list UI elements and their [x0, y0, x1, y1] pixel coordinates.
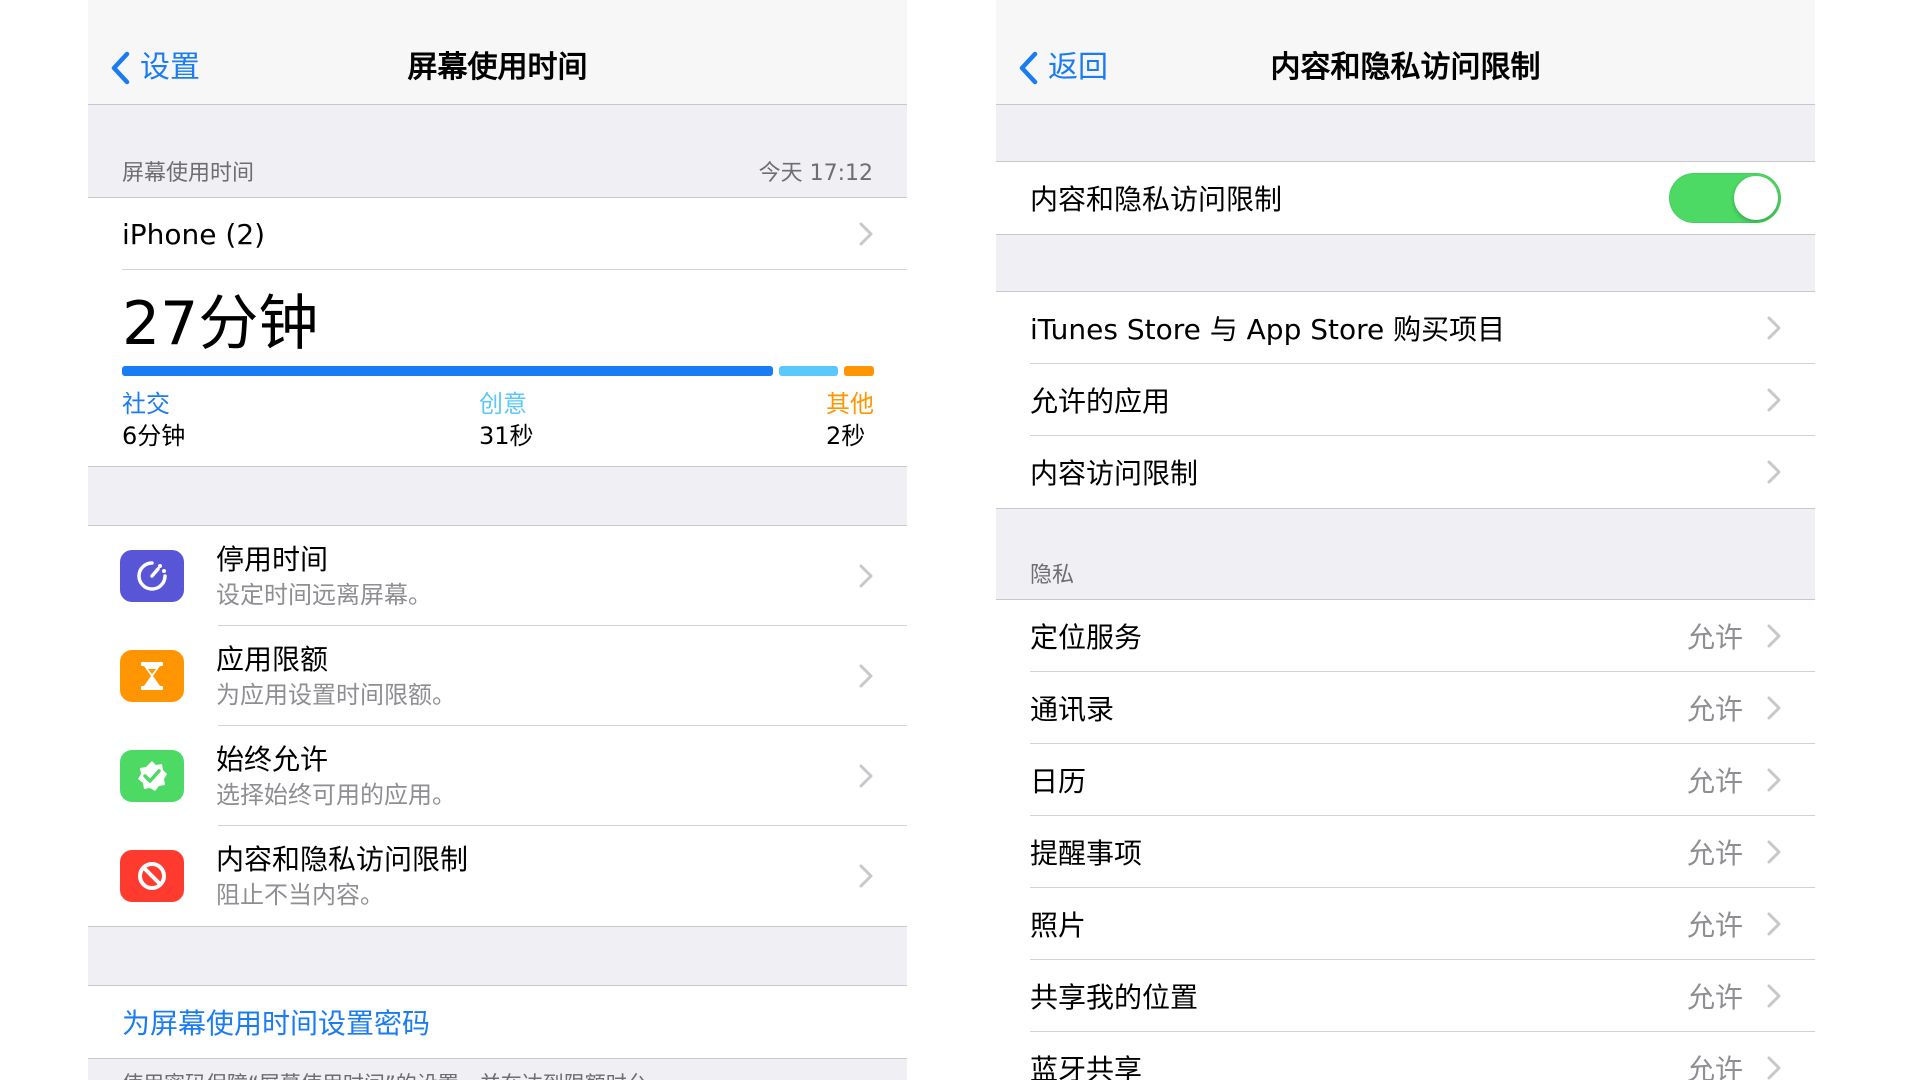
share-my-location-row[interactable]: 共享我的位置 允许 — [996, 960, 1815, 1032]
row-label: 通讯录 — [1030, 693, 1115, 726]
row-value: 允许 — [1686, 621, 1743, 654]
row-label: 提醒事项 — [1030, 837, 1143, 870]
row-value: 允许 — [1686, 981, 1743, 1014]
chevron-right-icon — [859, 222, 873, 246]
chevron-right-icon — [1767, 912, 1781, 936]
feature-title: 停用时间 — [216, 543, 329, 576]
usage-total: 27分钟 — [122, 289, 319, 359]
row-label: 允许的应用 — [1030, 385, 1171, 418]
privacy-section-header: 隐私 — [996, 509, 1815, 599]
feature-app-limits[interactable]: 应用限额 为应用设置时间限额。 — [88, 626, 907, 726]
row-value: 允许 — [1686, 1053, 1743, 1080]
feature-title: 始终允许 — [216, 743, 329, 776]
feature-subtitle: 选择始终可用的应用。 — [216, 781, 456, 809]
chevron-right-icon — [859, 764, 873, 788]
section-timestamp: 今天 17:12 — [758, 161, 873, 186]
category-time: 6分钟 — [122, 422, 186, 450]
row-label: 照片 — [1030, 909, 1087, 942]
device-row[interactable]: iPhone (2) — [88, 198, 907, 270]
category-name: 创意 — [479, 390, 527, 418]
usage-summary[interactable]: 27分钟 社交 6分钟 创意 31秒 其他 2秒 — [88, 270, 907, 467]
features-group: 停用时间 设定时间远离屏幕。 应用限额 为应用设置时间限额。 始终允许 选择始终… — [88, 525, 907, 927]
restricted-icon — [120, 850, 184, 902]
chevron-right-icon — [1767, 624, 1781, 648]
nav-bar: 设置 屏幕使用时间 — [88, 0, 907, 105]
page-title: 屏幕使用时间 — [407, 50, 588, 85]
chevron-right-icon — [1767, 316, 1781, 340]
content-restrictions-row[interactable]: 内容访问限制 — [996, 436, 1815, 508]
chevron-right-icon — [1767, 768, 1781, 792]
usage-bar-segment — [779, 366, 838, 376]
category-creativity: 创意 31秒 — [479, 388, 534, 452]
section-label: 隐私 — [1030, 563, 1075, 588]
hourglass-icon — [120, 650, 184, 702]
location-services-row[interactable]: 定位服务 允许 — [996, 600, 1815, 672]
feature-subtitle: 为应用设置时间限额。 — [216, 681, 456, 709]
chevron-right-icon — [1767, 460, 1781, 484]
content-privacy-toggle-row: 内容和隐私访问限制 — [996, 162, 1815, 234]
chevron-right-icon — [1767, 388, 1781, 412]
feature-title: 应用限额 — [216, 643, 329, 676]
content-privacy-screen: 返回 内容和隐私访问限制 内容和隐私访问限制 iTunes Store 与 Ap… — [996, 0, 1815, 1080]
calendars-row[interactable]: 日历 允许 — [996, 744, 1815, 816]
feature-always-allowed[interactable]: 始终允许 选择始终可用的应用。 — [88, 726, 907, 826]
store-purchases-row[interactable]: iTunes Store 与 App Store 购买项目 — [996, 292, 1815, 364]
section-label: 屏幕使用时间 — [122, 161, 255, 186]
bluetooth-sharing-row[interactable]: 蓝牙共享 允许 — [996, 1032, 1815, 1080]
toggle-label: 内容和隐私访问限制 — [1030, 183, 1283, 216]
allowed-apps-row[interactable]: 允许的应用 — [996, 364, 1815, 436]
passcode-group: 为屏幕使用时间设置密码 — [88, 985, 907, 1059]
category-time: 2秒 — [826, 422, 866, 450]
row-label: 蓝牙共享 — [1030, 1053, 1143, 1080]
feature-subtitle: 设定时间远离屏幕。 — [216, 581, 432, 609]
chevron-right-icon — [1767, 984, 1781, 1008]
passcode-footnote: 使用密码保障“屏幕使用时间”的设置，并在达到限额时允 — [88, 1059, 907, 1080]
usage-bar-segment — [844, 366, 874, 376]
nav-bar: 返回 内容和隐私访问限制 — [996, 0, 1815, 105]
toggle-group: 内容和隐私访问限制 — [996, 161, 1815, 235]
reminders-row[interactable]: 提醒事项 允许 — [996, 816, 1815, 888]
category-social: 社交 6分钟 — [122, 388, 185, 452]
privacy-group: 定位服务 允许 通讯录 允许 日历 允许 提醒事项 允许 照片 允许 共享我的位… — [996, 599, 1815, 1080]
set-passcode-link[interactable]: 为屏幕使用时间设置密码 — [88, 986, 907, 1058]
row-value: 允许 — [1686, 693, 1743, 726]
category-name: 社交 — [122, 390, 170, 418]
downtime-icon — [120, 550, 184, 602]
chevron-right-icon — [1767, 1056, 1781, 1080]
row-value: 允许 — [1686, 909, 1743, 942]
usage-bar-segment — [122, 366, 773, 376]
content-privacy-toggle[interactable] — [1669, 173, 1781, 223]
row-label: 共享我的位置 — [1030, 981, 1199, 1014]
page-title: 内容和隐私访问限制 — [1270, 50, 1541, 85]
row-value: 允许 — [1686, 837, 1743, 870]
row-label: 定位服务 — [1030, 621, 1143, 654]
row-value: 允许 — [1686, 765, 1743, 798]
row-label: 内容访问限制 — [1030, 457, 1199, 490]
category-name: 其他 — [826, 390, 874, 418]
feature-downtime[interactable]: 停用时间 设定时间远离屏幕。 — [88, 526, 907, 626]
checkmark-badge-icon — [120, 750, 184, 802]
usage-bar — [122, 366, 874, 376]
feature-subtitle: 阻止不当内容。 — [216, 881, 384, 909]
chevron-right-icon — [1767, 840, 1781, 864]
row-label: iTunes Store 与 App Store 购买项目 — [1030, 313, 1506, 346]
screen-time-screen: 设置 屏幕使用时间 屏幕使用时间 今天 17:12 iPhone (2) 27分… — [88, 0, 907, 1080]
device-group: iPhone (2) — [88, 197, 907, 270]
category-time: 31秒 — [479, 422, 534, 450]
chevron-right-icon — [859, 864, 873, 888]
category-other: 其他 2秒 — [826, 388, 874, 452]
feature-title: 内容和隐私访问限制 — [216, 843, 469, 876]
chevron-right-icon — [859, 564, 873, 588]
feature-content-privacy[interactable]: 内容和隐私访问限制 阻止不当内容。 — [88, 826, 907, 926]
chevron-right-icon — [1767, 696, 1781, 720]
store-group: iTunes Store 与 App Store 购买项目 允许的应用 内容访问… — [996, 291, 1815, 509]
device-label: iPhone (2) — [122, 217, 266, 251]
row-label: 日历 — [1030, 765, 1087, 798]
chevron-right-icon — [859, 664, 873, 688]
section-header: 屏幕使用时间 今天 17:12 — [88, 105, 907, 197]
photos-row[interactable]: 照片 允许 — [996, 888, 1815, 960]
contacts-row[interactable]: 通讯录 允许 — [996, 672, 1815, 744]
